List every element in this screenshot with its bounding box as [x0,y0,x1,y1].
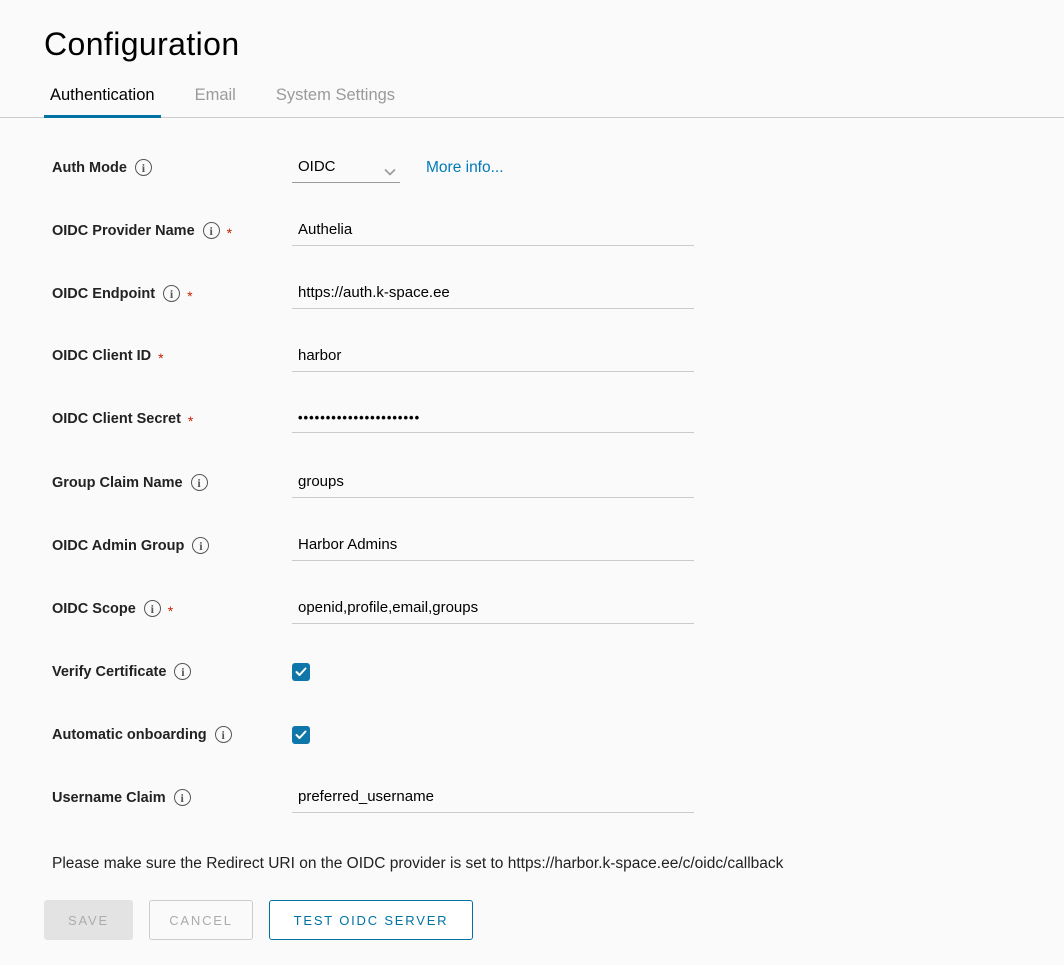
tab-bar: Authentication Email System Settings [0,86,1064,118]
required-marker: * [187,288,192,304]
required-marker: * [168,603,173,619]
tab-email[interactable]: Email [189,86,242,118]
form-row-group-claim-name: Group Claim Name i [52,467,1064,507]
oidc-scope-input[interactable] [292,593,694,624]
cancel-button[interactable]: CANCEL [149,900,253,940]
chevron-down-icon [384,163,396,171]
oidc-scope-label: OIDC Scope [52,601,136,617]
verify-certificate-checkbox[interactable] [292,663,310,681]
checkmark-icon [295,730,307,740]
oidc-client-secret-label: OIDC Client Secret [52,411,181,427]
form-row-auth-mode: Auth Mode i OIDC More info... [52,152,1064,192]
oidc-provider-name-label: OIDC Provider Name [52,223,195,239]
form-row-oidc-client-secret: OIDC Client Secret * [52,404,1064,444]
info-icon[interactable]: i [174,789,191,806]
form-row-oidc-client-id: OIDC Client ID * [52,341,1064,381]
page-title: Configuration [0,0,1064,64]
oidc-admin-group-input[interactable] [292,530,694,561]
info-icon[interactable]: i [144,600,161,617]
test-oidc-server-button[interactable]: TEST OIDC SERVER [269,900,473,940]
oidc-endpoint-input[interactable] [292,278,694,309]
tab-system-settings[interactable]: System Settings [270,86,401,118]
oidc-client-id-label: OIDC Client ID [52,348,151,364]
auth-mode-select[interactable]: OIDC [292,152,400,183]
form-row-verify-certificate: Verify Certificate i [52,656,1064,696]
configuration-page: Configuration Authentication Email Syste… [0,0,1064,965]
info-icon[interactable]: i [135,159,152,176]
action-buttons: SAVE CANCEL TEST OIDC SERVER [44,900,1064,940]
verify-certificate-label: Verify Certificate [52,664,166,680]
form-row-automatic-onboarding: Automatic onboarding i [52,719,1064,759]
username-claim-input[interactable] [292,782,694,813]
required-marker: * [188,413,193,429]
oidc-endpoint-label: OIDC Endpoint [52,286,155,302]
automatic-onboarding-checkbox[interactable] [292,726,310,744]
oidc-provider-name-input[interactable] [292,215,694,246]
oidc-client-secret-input[interactable] [292,404,694,433]
auth-config-form: Auth Mode i OIDC More info... OIDC Provi… [0,118,1064,940]
info-icon[interactable]: i [191,474,208,491]
more-info-link[interactable]: More info... [426,159,504,177]
info-icon[interactable]: i [215,726,232,743]
tab-authentication[interactable]: Authentication [44,86,161,118]
form-row-oidc-provider-name: OIDC Provider Name i * [52,215,1064,255]
form-row-oidc-endpoint: OIDC Endpoint i * [52,278,1064,318]
info-icon[interactable]: i [203,222,220,239]
redirect-uri-notice: Please make sure the Redirect URI on the… [52,845,1064,873]
required-marker: * [227,225,232,241]
auth-mode-selected-value: OIDC [298,158,336,175]
oidc-client-id-input[interactable] [292,341,694,372]
save-button[interactable]: SAVE [44,900,133,940]
group-claim-name-input[interactable] [292,467,694,498]
required-marker: * [158,350,163,366]
checkmark-icon [295,667,307,677]
info-icon[interactable]: i [192,537,209,554]
info-icon[interactable]: i [163,285,180,302]
oidc-admin-group-label: OIDC Admin Group [52,538,184,554]
form-row-oidc-admin-group: OIDC Admin Group i [52,530,1064,570]
username-claim-label: Username Claim [52,790,166,806]
group-claim-name-label: Group Claim Name [52,475,183,491]
info-icon[interactable]: i [174,663,191,680]
form-row-oidc-scope: OIDC Scope i * [52,593,1064,633]
automatic-onboarding-label: Automatic onboarding [52,727,207,743]
form-row-username-claim: Username Claim i [52,782,1064,822]
auth-mode-label: Auth Mode [52,160,127,176]
